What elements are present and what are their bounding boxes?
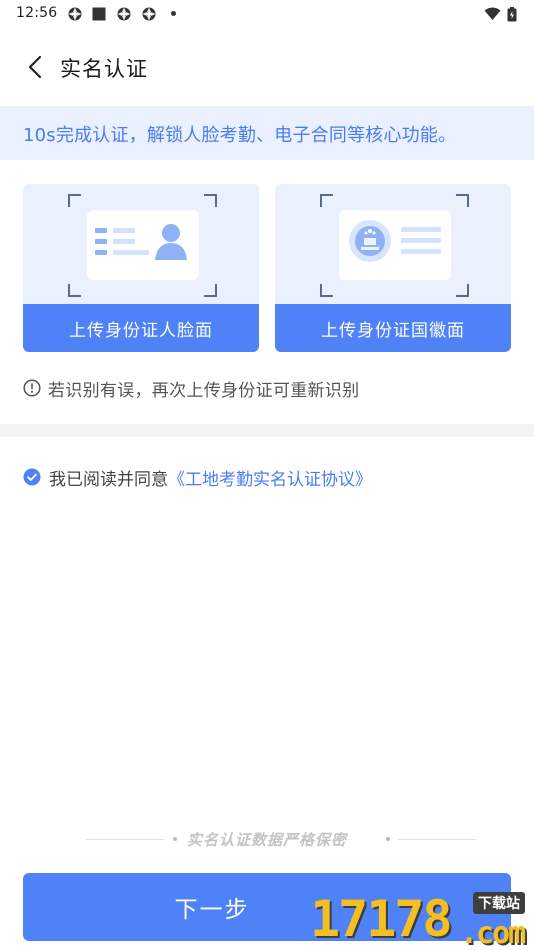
stop-icon <box>92 7 106 21</box>
scan-corner <box>204 194 217 207</box>
tip-text: 10s完成认证，解锁人脸考勤、电子合同等核心功能。 <box>23 125 457 146</box>
info-icon <box>23 379 41 397</box>
scan-corner <box>320 194 333 207</box>
page-title: 实名认证 <box>60 57 148 81</box>
scan-corner <box>456 284 469 297</box>
upload-face-button[interactable]: 上传身份证人脸面 <box>23 304 259 352</box>
wifi-icon <box>484 7 501 20</box>
id-card-emblem-icon <box>339 210 451 280</box>
real-name-auth-screen: 12:56 实名认证 10s完成认证，解锁人脸考勤、电子合同等核心功能。 上传身… <box>0 0 534 950</box>
chevron-left-icon <box>28 55 42 79</box>
recognition-hint: 若识别有误，再次上传身份证可重新识别 <box>23 376 360 401</box>
notification-icon <box>142 7 156 21</box>
section-divider <box>0 424 534 437</box>
scan-corner <box>456 194 469 207</box>
dot-icon <box>171 11 176 16</box>
upload-id-face-card[interactable]: 上传身份证人脸面 <box>23 184 259 352</box>
status-bar: 12:56 <box>0 0 534 28</box>
scan-corner <box>68 284 81 297</box>
checkbox-checked-icon[interactable] <box>23 468 41 486</box>
agreement-row: 我已阅读并同意 《工地考勤实名认证协议》 <box>23 463 372 491</box>
scan-corner <box>68 194 81 207</box>
status-time: 12:56 <box>16 5 58 21</box>
upload-id-emblem-card[interactable]: 上传身份证国徽面 <box>275 184 511 352</box>
watermark-digits: 17178 <box>310 890 453 948</box>
note-dot <box>386 837 390 841</box>
app-header: 实名认证 <box>0 28 534 106</box>
site-watermark-logo: 17178 .com 下载站 <box>310 890 530 950</box>
notification-icon <box>68 7 82 21</box>
notification-icon <box>117 7 131 21</box>
tip-banner: 10s完成认证，解锁人脸考勤、电子合同等核心功能。 <box>0 106 534 160</box>
id-card-face-icon <box>87 210 199 280</box>
battery-icon <box>507 7 517 22</box>
note-line <box>398 839 476 840</box>
watermark-suffix: .com <box>460 916 526 950</box>
back-button[interactable] <box>18 50 52 84</box>
scan-corner <box>204 284 217 297</box>
scan-corner <box>320 284 333 297</box>
agreement-prefix: 我已阅读并同意 <box>49 469 168 490</box>
agreement-link[interactable]: 《工地考勤实名认证协议》 <box>168 465 372 490</box>
secure-note: 实名认证数据严格保密 <box>0 828 534 850</box>
upload-emblem-button[interactable]: 上传身份证国徽面 <box>275 304 511 352</box>
hint-text: 若识别有误，再次上传身份证可重新识别 <box>48 380 360 401</box>
next-step-label: 下一步 <box>174 897 250 923</box>
watermark-badge: 下载站 <box>473 892 525 914</box>
